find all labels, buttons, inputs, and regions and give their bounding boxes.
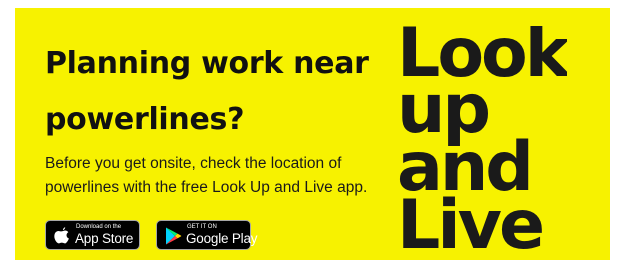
logo-line-live: Live: [397, 186, 542, 258]
banner-heading: Planning work near powerlines?: [45, 36, 369, 148]
description-line-2: powerlines with the free Look Up and Liv…: [45, 179, 368, 196]
google-play-button[interactable]: GET IT ON Google Play: [156, 220, 258, 250]
google-play-icon: [166, 227, 182, 245]
description-line-1: Before you get onsite, check the locatio…: [45, 155, 342, 172]
google-play-small-label: GET IT ON: [187, 224, 217, 230]
apple-icon: [54, 227, 69, 244]
heading-line-2: powerlines?: [45, 102, 245, 137]
app-store-small-label: Download on the: [76, 224, 122, 230]
banner-description: Before you get onsite, check the locatio…: [45, 152, 367, 200]
google-play-label: Google Play: [186, 231, 258, 246]
look-up-and-live-logo: Look up and Live: [397, 26, 567, 258]
promo-banner: Planning work near powerlines? Before yo…: [15, 8, 610, 260]
app-store-button[interactable]: Download on the App Store: [45, 220, 140, 250]
heading-line-1: Planning work near: [45, 46, 369, 81]
app-store-label: App Store: [75, 231, 134, 246]
